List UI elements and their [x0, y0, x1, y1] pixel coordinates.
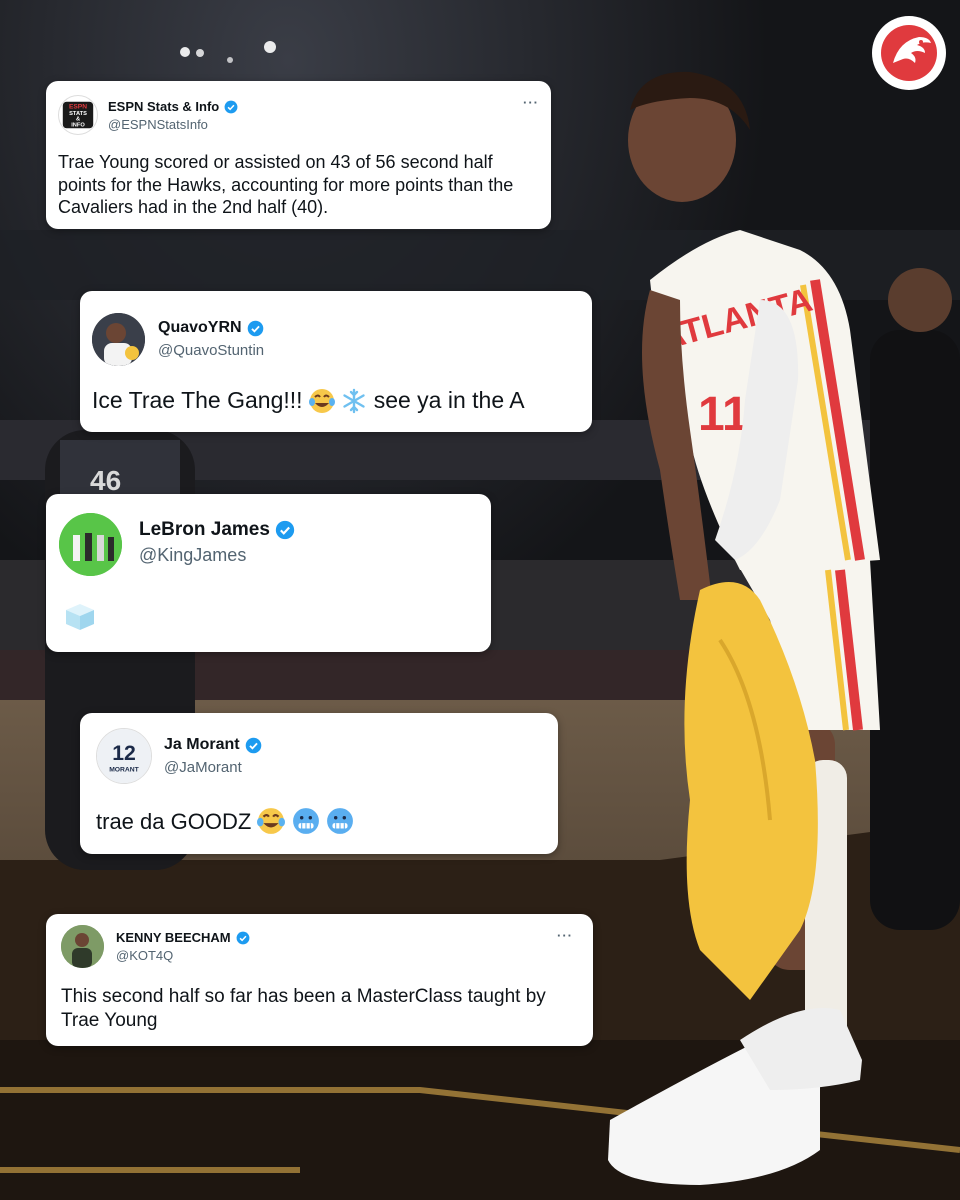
author-handle[interactable]: @JaMorant: [164, 759, 242, 776]
tweet-card-espn: ESPN STATS & INFO ESPN Stats & Info @ESP…: [46, 81, 551, 229]
tweet-card-kenny-beecham: KENNY BEECHAM @KOT4Q ··· This second hal…: [46, 914, 593, 1046]
author-name[interactable]: Ja Morant: [164, 736, 262, 754]
profile-photo-icon: [59, 513, 122, 576]
author-name-text: QuavoYRN: [158, 319, 242, 336]
profile-photo-icon: [92, 313, 145, 366]
tweet-text: trae da GOODZ: [96, 807, 354, 836]
tweet-text-part: see ya in the A: [373, 387, 525, 413]
jersey-number: 11: [698, 388, 749, 441]
ice-cube-emoji-icon: [66, 604, 94, 630]
author-handle[interactable]: @KingJames: [139, 545, 246, 566]
tears-of-joy-emoji-icon: [308, 389, 335, 413]
tweet-text: [62, 598, 98, 635]
tweet-text: Ice Trae The Gang!!! see ya in the A: [92, 386, 525, 415]
tweet-card-quavo: QuavoYRN @QuavoStuntin Ice Trae The Gang…: [80, 291, 592, 432]
author-name-text: Ja Morant: [164, 736, 240, 753]
more-options-icon[interactable]: ···: [557, 928, 573, 943]
snowflake-emoji-icon: [343, 388, 366, 414]
svg-text:INFO: INFO: [71, 122, 85, 128]
cold-face-emoji-icon: [292, 808, 319, 834]
verified-badge-icon: [247, 320, 263, 336]
verified-badge-icon: [245, 737, 261, 753]
author-name-text: LeBron James: [139, 519, 270, 540]
author-name[interactable]: ESPN Stats & Info: [108, 99, 238, 114]
author-name[interactable]: KENNY BEECHAM: [116, 930, 250, 945]
avatar[interactable]: [59, 513, 122, 576]
author-name-text: ESPN Stats & Info: [108, 99, 220, 114]
author-name[interactable]: LeBron James: [139, 519, 295, 541]
author-handle[interactable]: @KOT4Q: [116, 948, 173, 963]
author-handle[interactable]: @QuavoStuntin: [158, 342, 264, 359]
hawks-logo: [872, 16, 946, 90]
more-options-icon[interactable]: ···: [523, 95, 539, 110]
jersey-avatar-icon: 12 MORANT: [97, 729, 151, 783]
tweet-card-ja-morant: 12 MORANT Ja Morant @JaMorant trae da GO…: [80, 713, 558, 854]
verified-badge-icon: [236, 931, 250, 944]
svg-text:MORANT: MORANT: [109, 766, 139, 773]
avatar[interactable]: [61, 925, 104, 968]
cold-face-emoji-icon: [326, 808, 353, 834]
avatar[interactable]: [92, 313, 145, 366]
tweet-text-part: Ice Trae The Gang!!!: [92, 387, 303, 413]
avatar[interactable]: 12 MORANT: [96, 728, 152, 784]
tweet-text: This second half so far has been a Maste…: [61, 986, 546, 1031]
hawks-logo-icon: [881, 25, 937, 81]
tweet-card-lebron: LeBron James @KingJames: [46, 494, 491, 652]
author-handle[interactable]: @ESPNStatsInfo: [108, 117, 208, 132]
referee-number: 46: [90, 465, 121, 496]
verified-badge-icon: [224, 100, 238, 113]
tweet-text-part: trae da GOODZ: [96, 809, 252, 834]
author-name[interactable]: QuavoYRN: [158, 319, 264, 337]
espn-stats-logo-icon: ESPN STATS & INFO: [62, 101, 94, 128]
author-name-text: KENNY BEECHAM: [116, 930, 231, 945]
verified-badge-icon: [275, 520, 295, 540]
tweet-text: Trae Young scored or assisted on 43 of 5…: [58, 152, 514, 217]
svg-text:12: 12: [112, 742, 136, 765]
tears-of-joy-emoji-icon: [257, 808, 286, 834]
profile-photo-icon: [61, 925, 104, 968]
avatar[interactable]: ESPN STATS & INFO: [58, 95, 98, 135]
svg-text:ESPN: ESPN: [69, 103, 87, 110]
